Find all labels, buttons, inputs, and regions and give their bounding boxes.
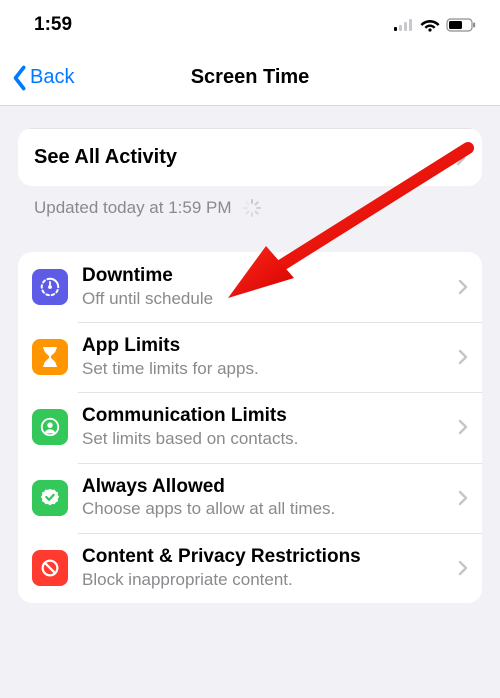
row-app-limits[interactable]: App Limits Set time limits for apps. bbox=[18, 322, 482, 392]
contact-icon bbox=[32, 409, 68, 445]
chevron-right-icon bbox=[458, 349, 468, 365]
spinner-icon bbox=[242, 198, 262, 218]
chevron-right-icon bbox=[458, 490, 468, 506]
downtime-icon bbox=[32, 269, 68, 305]
cellular-icon bbox=[394, 19, 414, 31]
chevron-left-icon bbox=[10, 64, 28, 92]
settings-group: Downtime Off until schedule App Limits S… bbox=[18, 252, 482, 603]
activity-group: See All Activity bbox=[18, 128, 482, 186]
row-title: Downtime bbox=[82, 265, 450, 288]
row-sub: Off until schedule bbox=[82, 289, 450, 309]
see-all-activity-row[interactable]: See All Activity bbox=[18, 129, 482, 186]
row-sub: Set time limits for apps. bbox=[82, 359, 450, 379]
row-title: App Limits bbox=[82, 335, 450, 358]
nav-bar: Back Screen Time bbox=[0, 50, 500, 106]
row-title: Communication Limits bbox=[82, 405, 450, 428]
chevron-right-icon bbox=[458, 560, 468, 576]
row-communication-limits[interactable]: Communication Limits Set limits based on… bbox=[18, 392, 482, 462]
updated-row: Updated today at 1:59 PM bbox=[18, 186, 482, 218]
wifi-icon bbox=[420, 18, 440, 32]
row-always-allowed[interactable]: Always Allowed Choose apps to allow at a… bbox=[18, 463, 482, 533]
back-label: Back bbox=[30, 66, 74, 89]
row-sub: Choose apps to allow at all times. bbox=[82, 499, 450, 519]
status-time: 1:59 bbox=[34, 14, 72, 36]
page-title: Screen Time bbox=[0, 66, 500, 89]
row-title: Content & Privacy Restrictions bbox=[82, 546, 450, 569]
row-title: Always Allowed bbox=[82, 476, 450, 499]
no-symbol-icon bbox=[32, 550, 68, 586]
updated-label: Updated today at 1:59 PM bbox=[34, 198, 232, 218]
row-downtime[interactable]: Downtime Off until schedule bbox=[18, 252, 482, 322]
row-content-privacy[interactable]: Content & Privacy Restrictions Block ina… bbox=[18, 533, 482, 603]
row-sub: Set limits based on contacts. bbox=[82, 429, 450, 449]
scroll-area: See All Activity Updated today at 1:59 P… bbox=[0, 128, 500, 603]
status-bar: 1:59 bbox=[0, 0, 500, 50]
chevron-right-icon bbox=[458, 279, 468, 295]
chevron-right-icon bbox=[458, 419, 468, 435]
check-badge-icon bbox=[32, 480, 68, 516]
status-right bbox=[394, 18, 476, 32]
see-all-activity-label: See All Activity bbox=[34, 146, 177, 169]
chevron-right-icon bbox=[456, 150, 466, 166]
row-sub: Block inappropriate content. bbox=[82, 570, 450, 590]
hourglass-icon bbox=[32, 339, 68, 375]
back-button[interactable]: Back bbox=[0, 64, 74, 92]
battery-icon bbox=[446, 18, 476, 32]
